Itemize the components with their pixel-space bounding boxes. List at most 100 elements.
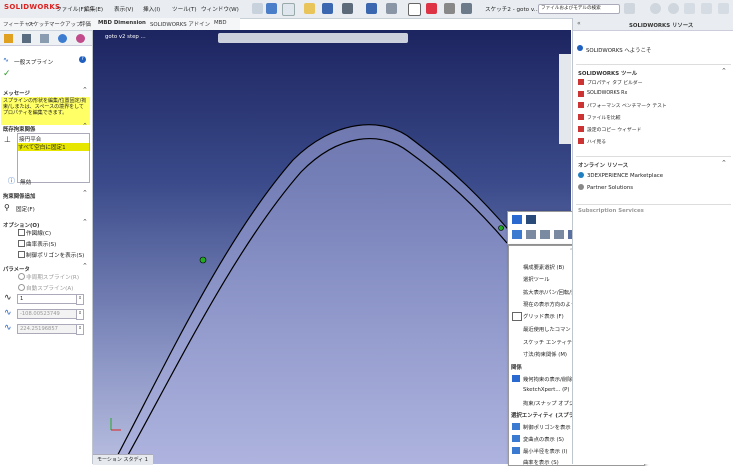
add-relations-header: 拘束関係追加 <box>3 194 36 200</box>
relations-list[interactable]: 接円平合 すべて空白に固定1 <box>17 133 90 183</box>
partner-solutions-link[interactable]: Partner Solutions <box>587 185 633 191</box>
close-icon[interactable] <box>718 3 729 14</box>
help-icon[interactable]: ? <box>79 56 86 63</box>
fix-icon[interactable] <box>526 215 536 224</box>
marketplace-link[interactable]: 3DEXPERIENCE Marketplace <box>587 173 663 179</box>
spline-point-handle[interactable] <box>498 225 504 231</box>
dimension-icon[interactable] <box>540 230 550 239</box>
tool-link[interactable]: プロパティ タブ ビルダー <box>587 79 643 86</box>
menu-item[interactable]: 変曲点の表示 (S) <box>523 435 564 443</box>
auto-spline-radio[interactable] <box>18 284 25 291</box>
graphics-area[interactable]: goto v2 step ... <box>93 30 571 464</box>
zoom-icon[interactable] <box>554 230 564 239</box>
back-arrow-icon[interactable]: « <box>577 20 581 27</box>
file-properties-icon[interactable] <box>444 3 455 14</box>
redo-icon[interactable] <box>386 3 397 14</box>
help-icon[interactable] <box>650 3 661 14</box>
list-item-selected[interactable]: すべて空白に固定1 <box>18 143 89 151</box>
y-coordinate-input[interactable]: 224.25196857 <box>17 324 77 334</box>
menu-file[interactable]: ファイル(F) <box>56 5 86 13</box>
select-arrow-icon[interactable] <box>408 3 421 16</box>
spline-tool-icon[interactable] <box>512 230 522 239</box>
tab-mbd-dimension[interactable]: MBD Dimension <box>98 20 146 26</box>
menu-item[interactable]: 寸法/拘束関係 (M) <box>523 350 567 358</box>
options-gear-icon[interactable] <box>461 3 472 14</box>
dimxpert-tab-icon[interactable] <box>58 34 67 43</box>
heads-up-view-toolbar[interactable] <box>218 33 408 43</box>
menu-item[interactable]: 構成要素選択 (B) <box>523 263 564 271</box>
solidworks-logo: SOLIDWORKS <box>4 3 61 11</box>
tool-link[interactable]: SOLIDWORKS Rx <box>587 91 627 96</box>
menu-item[interactable]: SketchXpert... (P) <box>523 387 569 393</box>
sketch-icon[interactable] <box>526 230 536 239</box>
tool-icon <box>578 102 584 108</box>
menu-window[interactable]: ウィンドウ(W) <box>201 5 239 13</box>
print-icon[interactable] <box>342 3 353 14</box>
menu-item[interactable]: 曲率を表示 (S) <box>523 458 559 466</box>
open-folder-icon[interactable] <box>304 3 315 14</box>
spline-point-number-input[interactable]: 1 <box>17 294 77 304</box>
menu-item[interactable]: 選択ツール <box>523 275 550 283</box>
spline-point-icon: ∿ <box>4 293 12 303</box>
tool-link[interactable]: パフォーマンス ベンチマーク テスト <box>587 102 667 109</box>
property-manager-tab-icon[interactable] <box>22 34 31 43</box>
display-manager-tab-icon[interactable] <box>76 34 85 43</box>
pin-icon[interactable] <box>252 3 263 14</box>
radio-label: 非周期スプライン(R) <box>26 275 80 281</box>
restore-icon[interactable] <box>701 3 712 14</box>
spinner-icon[interactable]: ⇕ <box>76 294 84 305</box>
tab-solidworks-addins[interactable]: SOLIDWORKS アドイン <box>150 20 210 28</box>
welcome-link[interactable]: SOLIDWORKS へようこそ <box>586 46 651 54</box>
menu-insert[interactable]: 挿入(I) <box>143 5 160 13</box>
ok-checkmark-icon[interactable]: ✓ <box>3 69 11 79</box>
collapse-chevron-icon[interactable]: ⌃ <box>721 67 727 75</box>
collapse-chevron-icon[interactable]: ⌃ <box>721 159 727 167</box>
search-icon[interactable] <box>624 3 635 14</box>
spline-point-handle[interactable] <box>199 256 207 264</box>
search-input[interactable]: ファイルおよびモデルの検索 <box>538 4 620 14</box>
feature-manager-tab-icon[interactable] <box>4 34 13 43</box>
user-icon[interactable] <box>668 3 679 14</box>
option-label: 曲率表示(S) <box>26 242 57 248</box>
fix-relation-button[interactable]: 固定(F) <box>16 205 35 213</box>
menu-view[interactable]: 表示(V) <box>114 5 133 13</box>
menu-tools[interactable]: ツール(T) <box>172 5 197 13</box>
motion-study-tab[interactable]: モーション スタディ 1 <box>93 454 153 465</box>
collapse-chevron-icon[interactable]: ⌃ <box>82 86 88 94</box>
menu-item[interactable]: グリッド表示 (F) <box>523 312 564 320</box>
tab-sketch[interactable]: スケッチ <box>28 20 50 28</box>
tool-link[interactable]: 設定のコピー ウィザード <box>587 126 641 133</box>
smart-dimension-icon[interactable] <box>512 215 522 224</box>
motion-study-label: モーション スタディ 1 <box>97 457 148 463</box>
rebuild-icon[interactable] <box>426 3 437 14</box>
tab-markup[interactable]: マークアップ <box>49 20 81 28</box>
show-control-polygon-checkbox[interactable] <box>18 251 25 258</box>
minimize-icon[interactable] <box>684 3 695 14</box>
spinner-icon[interactable]: ⇕ <box>76 324 84 335</box>
x-coordinate-input[interactable]: -108.00523749 <box>17 309 77 319</box>
sketch-canvas[interactable] <box>93 30 571 464</box>
collapse-chevron-icon[interactable]: ⌃ <box>82 262 88 270</box>
document-tab[interactable]: goto v2 step ... <box>105 34 146 40</box>
menu-item[interactable]: スケッチ エンティティ <box>523 338 577 346</box>
show-curvature-checkbox[interactable] <box>18 240 25 247</box>
home-icon[interactable] <box>266 3 277 14</box>
construction-checkbox[interactable] <box>18 229 25 236</box>
tool-link[interactable]: ファイルを比較 <box>587 114 621 121</box>
new-file-icon[interactable] <box>282 3 295 16</box>
fix-relation-icon[interactable]: ⚲ <box>4 203 10 212</box>
tab-evaluate[interactable]: 評価 <box>80 20 91 28</box>
collapse-chevron-icon[interactable]: ⌃ <box>82 189 88 197</box>
tab-mbd[interactable]: MBD <box>214 20 227 26</box>
collapse-chevron-icon[interactable]: ⌃ <box>82 122 88 130</box>
spinner-icon[interactable]: ⇕ <box>76 309 84 320</box>
collapse-chevron-icon[interactable]: ⌃ <box>82 218 88 226</box>
undo-icon[interactable] <box>366 3 377 14</box>
list-item[interactable]: 接円平合 <box>19 135 41 143</box>
tool-link[interactable]: ハイ見る <box>587 138 606 145</box>
configuration-manager-tab-icon[interactable] <box>40 34 49 43</box>
menu-edit[interactable]: 編集(E) <box>84 5 103 13</box>
non-periodic-spline-radio[interactable] <box>18 273 25 280</box>
save-icon[interactable] <box>322 3 333 14</box>
menu-item[interactable]: 最小半径を表示 (I) <box>523 447 567 455</box>
